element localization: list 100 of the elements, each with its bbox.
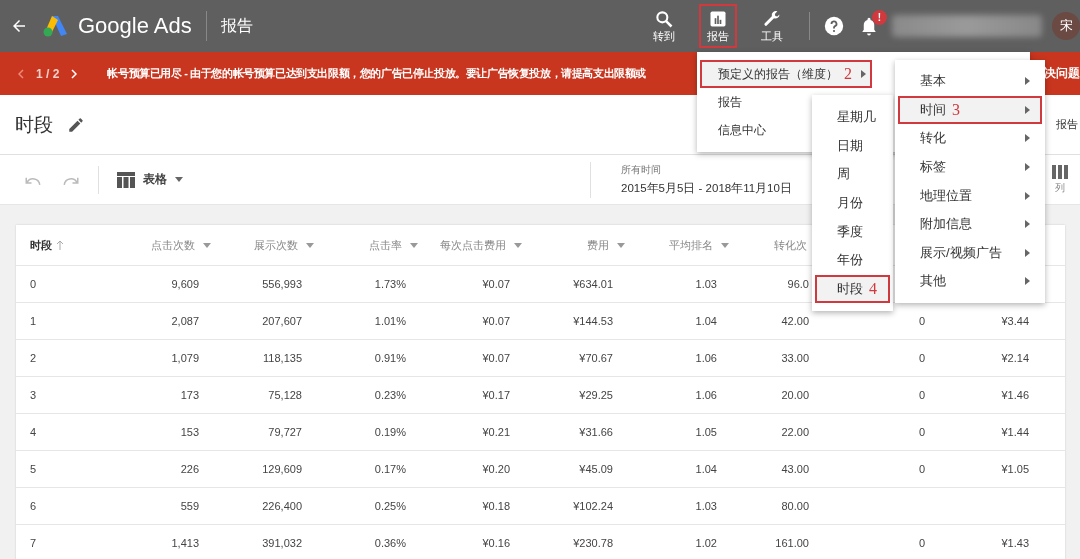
table-cell: ¥1.43: [941, 525, 1045, 559]
table-cell: 207,607: [215, 303, 318, 340]
table-cell: 1.73%: [318, 266, 422, 303]
nav-button[interactable]: 报告: [699, 4, 737, 48]
column-header[interactable]: 点击次数: [126, 225, 215, 266]
table-cell: 22.00: [733, 414, 825, 451]
menu-item[interactable]: 其他: [898, 267, 1042, 296]
menu-item[interactable]: 预定义的报告（维度） 2: [700, 60, 872, 88]
table-cell: ¥70.67: [526, 340, 629, 377]
step-number: 2: [844, 65, 852, 83]
menu-item[interactable]: 基本: [898, 67, 1042, 96]
menu-item[interactable]: 信息中心: [700, 116, 800, 144]
table-cell: 2: [16, 340, 126, 377]
menu-item[interactable]: 附加信息: [898, 209, 1042, 239]
table-cell: 118,135: [215, 340, 318, 377]
alert-message-end: 决问题: [1044, 65, 1080, 82]
table-cell: 226,400: [215, 488, 318, 525]
report-title: 时段: [15, 112, 53, 137]
table-cell: 2,087: [126, 303, 215, 340]
table-cell: 1.03: [629, 266, 733, 303]
bell-icon[interactable]: [860, 16, 878, 36]
table-cell: ¥230.78: [526, 525, 629, 559]
column-header[interactable]: 费用: [526, 225, 629, 266]
table-cell: 0.36%: [318, 525, 422, 559]
menu-item[interactable]: 星期几: [815, 103, 890, 132]
sort-up-arrow-icon: [56, 240, 64, 250]
column-header[interactable]: 每次点击费用: [422, 225, 526, 266]
table-cell: 0.19%: [318, 414, 422, 451]
view-dropdown[interactable]: 表格: [117, 171, 183, 188]
table-cell: 129,609: [215, 451, 318, 488]
table-cell: 5: [16, 451, 126, 488]
table-cell: 1.04: [629, 451, 733, 488]
menu-item[interactable]: 日期: [815, 131, 890, 161]
table-cell: ¥1.44: [941, 414, 1045, 451]
table-cell: 0: [825, 525, 941, 559]
table-cell: 173: [126, 377, 215, 414]
alert-message: 帐号预算已用尽 - 由于您的帐号预算已达到支出限额，您的广告已停止投放。要让广告恢复投放，请提高支出限额或: [107, 66, 646, 81]
table-cell: 1.02: [629, 525, 733, 559]
menu-item[interactable]: 展示/视频广告: [898, 238, 1042, 268]
avatar[interactable]: 宋: [1052, 12, 1080, 40]
chevron-right-icon[interactable]: [71, 68, 78, 79]
logo-text: Google Ads: [78, 13, 192, 39]
table-cell: 0: [825, 451, 941, 488]
step-number: 4: [869, 279, 877, 298]
table-cell: 1.06: [629, 377, 733, 414]
table-cell: 0.91%: [318, 340, 422, 377]
table-cell: 0.23%: [318, 377, 422, 414]
menu-item[interactable]: 报告: [700, 88, 800, 116]
wrench-icon: [762, 8, 782, 29]
table-cell: ¥1.46: [941, 377, 1045, 414]
menu-item[interactable]: 周: [815, 160, 890, 189]
nav-button[interactable]: 工具: [753, 4, 791, 48]
date-label: 所有时间: [621, 163, 661, 177]
menu-item[interactable]: 标签: [898, 152, 1042, 182]
date-range[interactable]: 2015年5月5日 - 2018年11月10日: [621, 181, 792, 196]
table-cell: 1.01%: [318, 303, 422, 340]
page-title: 报告: [220, 15, 253, 36]
column-header[interactable]: 点击率: [318, 225, 422, 266]
menu-item[interactable]: 地理位置: [898, 181, 1042, 210]
table-cell: ¥0.20: [422, 451, 526, 488]
table-cell: ¥0.17: [422, 377, 526, 414]
table-cell: 33.00: [733, 340, 825, 377]
column-header[interactable]: 时段: [16, 225, 126, 266]
menu-item[interactable]: 时段 4: [815, 274, 890, 304]
table-cell: ¥0.07: [422, 266, 526, 303]
table-cell: ¥0.16: [422, 525, 526, 559]
report-link[interactable]: 报告: [1056, 117, 1078, 132]
table-cell: 153: [126, 414, 215, 451]
table-cell: 1.04: [629, 303, 733, 340]
menu-item[interactable]: 时间 3: [898, 95, 1042, 125]
table-cell: 1.03: [629, 488, 733, 525]
menu-item[interactable]: 转化: [898, 124, 1042, 153]
table-cell: ¥102.24: [526, 488, 629, 525]
column-header[interactable]: 平均排名: [629, 225, 733, 266]
table-cell: 3: [16, 377, 126, 414]
table-cell: 1.05: [629, 414, 733, 451]
table-cell: 0.17%: [318, 451, 422, 488]
help-icon[interactable]: [824, 16, 844, 36]
columns-button[interactable]: 列: [1052, 164, 1068, 195]
column-header[interactable]: 展示次数: [215, 225, 318, 266]
table-cell: 0: [825, 377, 941, 414]
table-cell: ¥1.05: [941, 451, 1045, 488]
table-cell: 556,993: [215, 266, 318, 303]
table-cell: 6: [16, 488, 126, 525]
nav-button[interactable]: 转到: [645, 4, 683, 48]
table-cell: 0: [825, 340, 941, 377]
table-cell: 1.06: [629, 340, 733, 377]
table-cell: 75,128: [215, 377, 318, 414]
table-cell: 9,609: [126, 266, 215, 303]
table-cell: 20.00: [733, 377, 825, 414]
table-cell: ¥29.25: [526, 377, 629, 414]
caret-icon: [175, 177, 183, 182]
table-cell: 0.25%: [318, 488, 422, 525]
table-cell: 1,413: [126, 525, 215, 559]
step-number: 3: [952, 100, 960, 119]
table-cell: 7: [16, 525, 126, 559]
pencil-icon[interactable]: [67, 115, 85, 134]
table-cell: 1: [16, 303, 126, 340]
table-cell: 226: [126, 451, 215, 488]
menu-item[interactable]: 月份: [815, 188, 890, 218]
